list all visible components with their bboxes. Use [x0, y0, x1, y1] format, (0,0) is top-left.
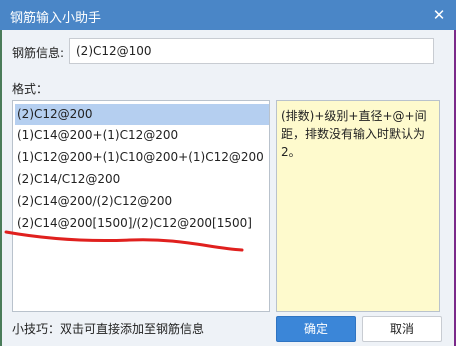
format-list[interactable]: (2)C12@200 (1)C14@200+(1)C12@200 (1)C12@… — [12, 100, 270, 312]
format-list-item[interactable]: (2)C14/C12@200 — [15, 169, 120, 190]
format-list-item[interactable]: (1)C12@200+(1)C10@200+(1)C12@200 — [15, 147, 264, 168]
format-hint-panel: (排数)+级别+直径+@+间距，排数没有输入时默认为2。 — [276, 100, 440, 312]
format-label: 格式： — [12, 82, 49, 96]
format-list-item[interactable]: (1)C14@200+(1)C12@200 — [15, 125, 178, 146]
rebar-info-label: 钢筋信息: — [12, 46, 65, 60]
ok-button[interactable]: 确定 — [276, 316, 356, 342]
format-list-item[interactable]: (2)C14@200[1500]/(2)C12@200[1500] — [15, 213, 252, 234]
left-edge-border — [0, 30, 2, 346]
title-bar: 钢筋输入小助手 ✕ — [0, 0, 456, 30]
cancel-button[interactable]: 取消 — [362, 316, 442, 342]
tip-text: 小技巧：双击可直接添加至钢筋信息 — [12, 322, 205, 336]
close-icon[interactable]: ✕ — [428, 4, 450, 26]
rebar-info-input[interactable]: (2)C12@100 — [69, 38, 434, 64]
window-title: 钢筋输入小助手 — [10, 11, 102, 26]
format-list-item[interactable]: (2)C14@200/(2)C12@200 — [15, 191, 172, 212]
format-list-item[interactable]: (2)C12@200 — [15, 104, 269, 125]
